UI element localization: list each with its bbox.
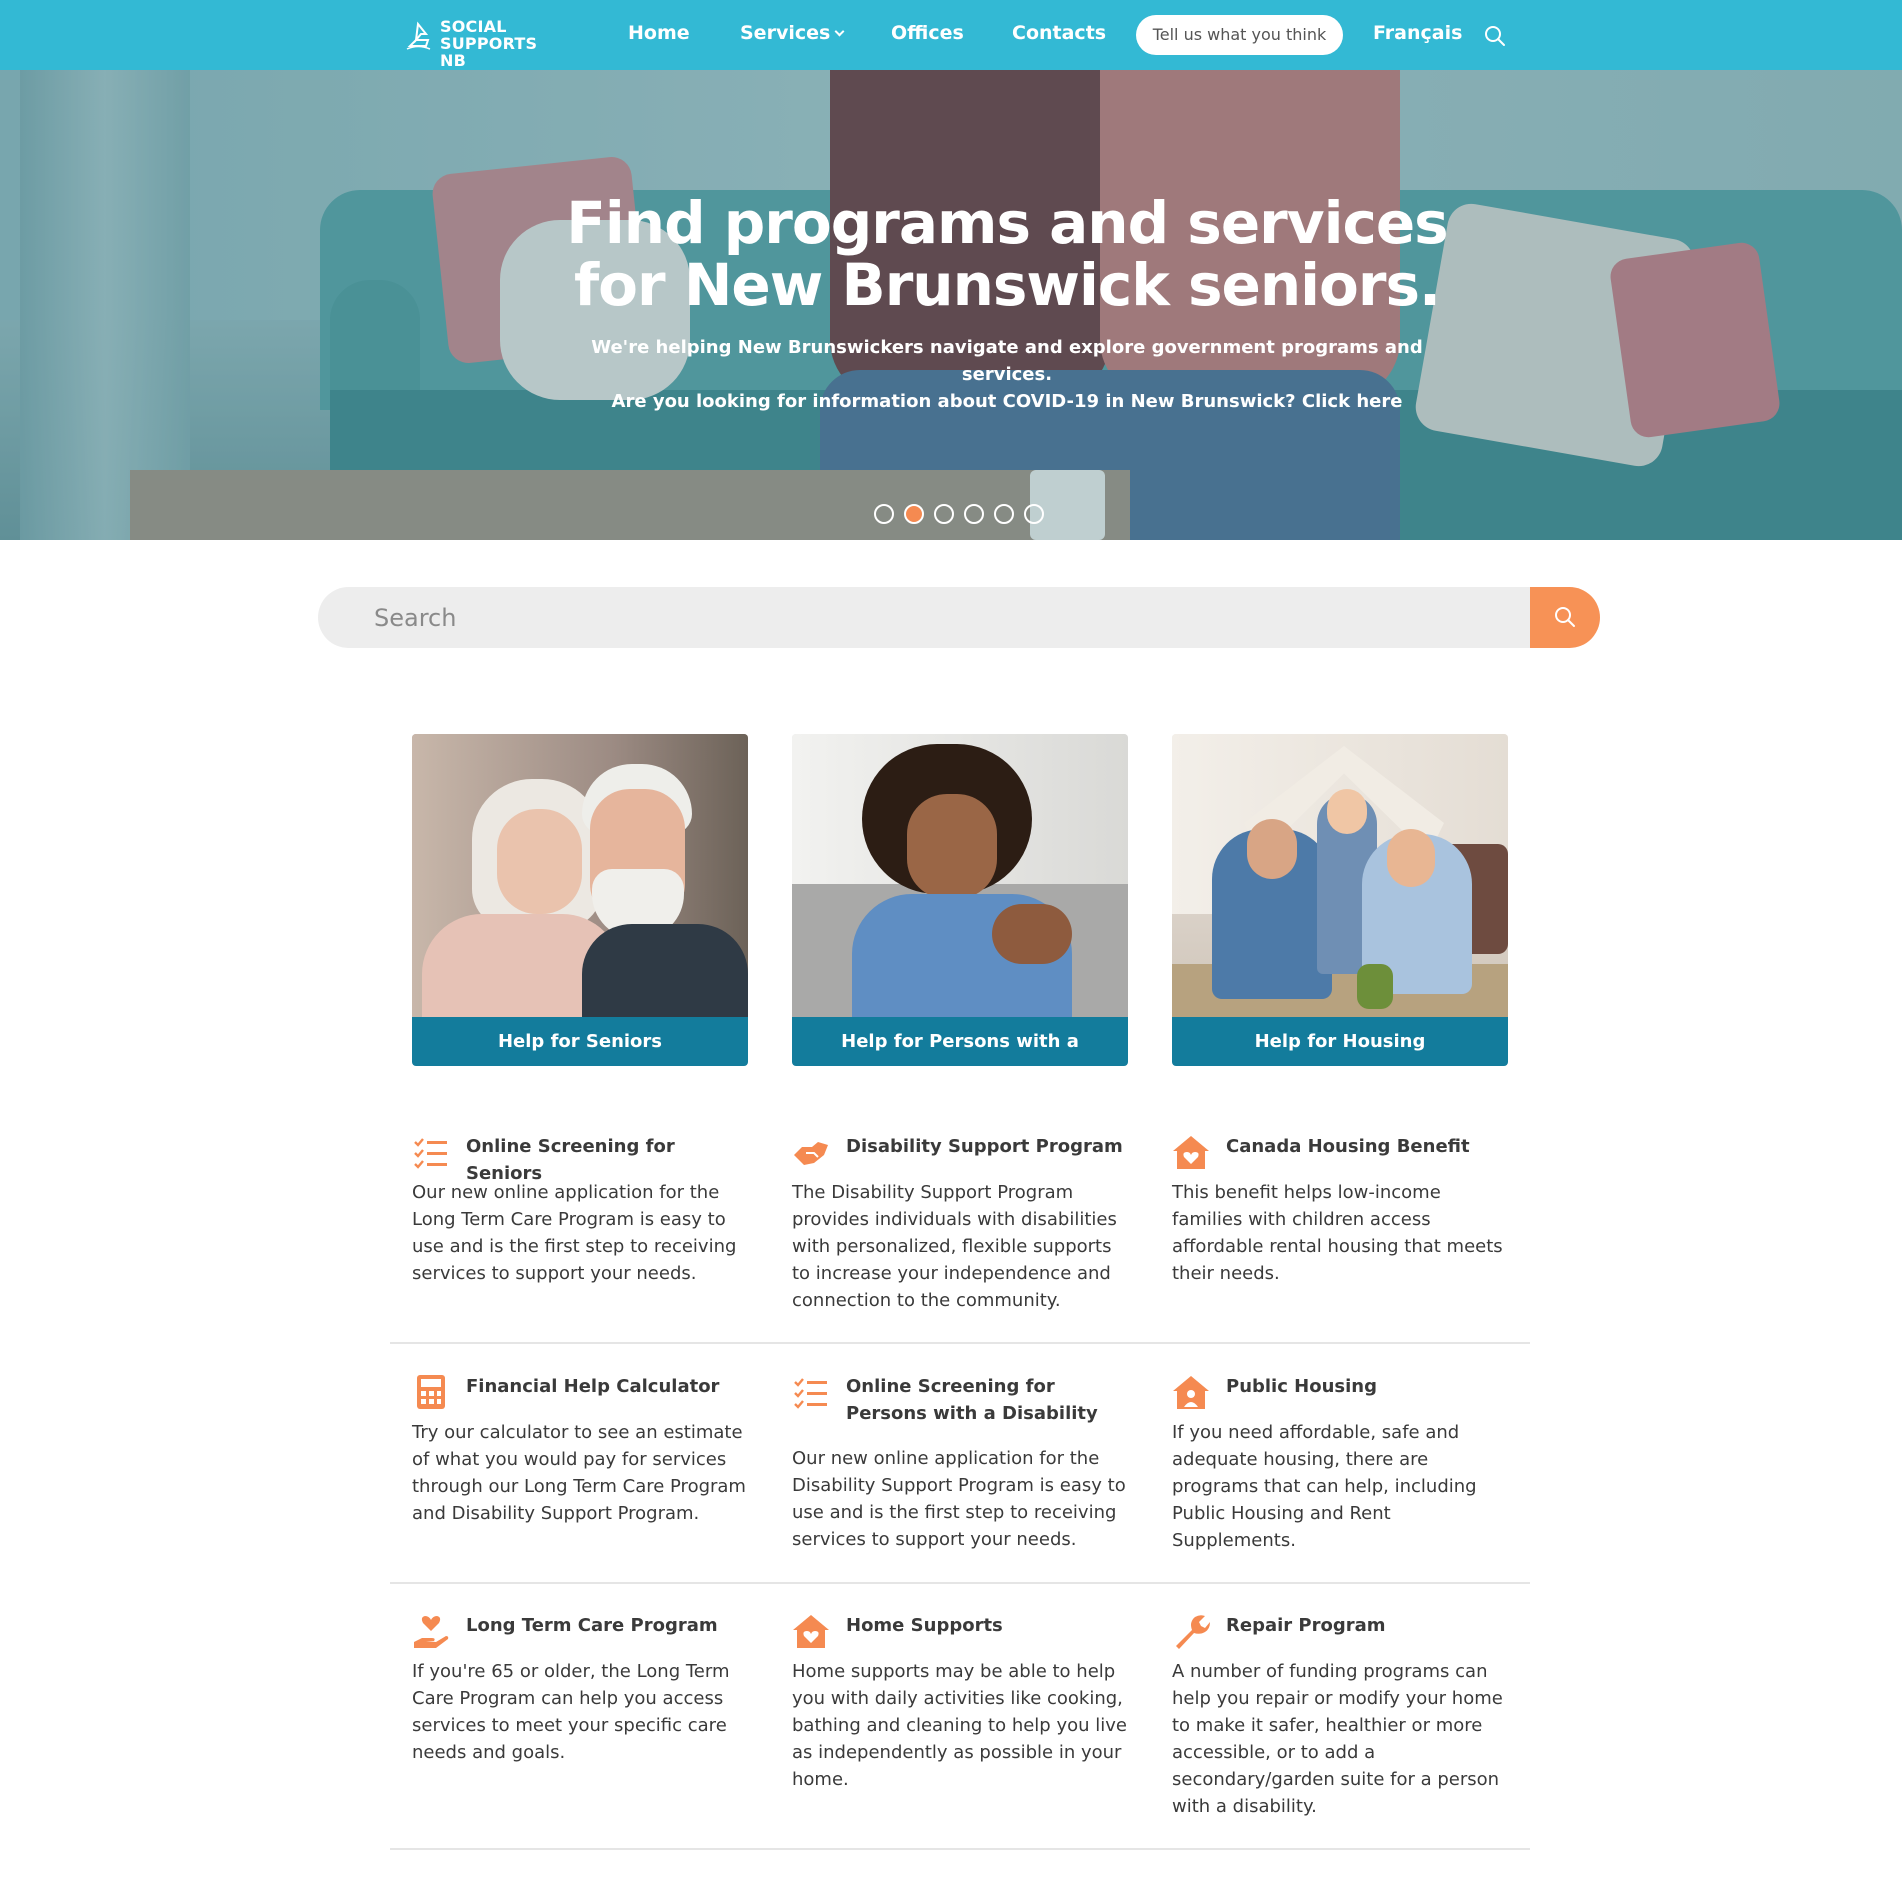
hero-title-line1: Find programs and services	[566, 189, 1448, 257]
search-icon[interactable]	[1484, 25, 1506, 47]
program-description: The Disability Support Program provides …	[792, 1182, 1117, 1311]
plant	[1357, 964, 1393, 1009]
housing-photo	[1172, 734, 1508, 1017]
program-description: This benefit helps low-income families w…	[1172, 1182, 1503, 1284]
card-help-for-persons-with-a-disability[interactable]: Help for Persons with a Disability	[792, 734, 1128, 1066]
logo-icon	[406, 21, 431, 50]
calculator-icon	[417, 1375, 445, 1409]
hero-sub-line1: We're helping New Brunswickers navigate …	[591, 337, 1423, 358]
hero-sub-line2: services.	[961, 364, 1053, 385]
logo-line2: SUPPORTS NB	[440, 34, 538, 70]
carousel-dot-1[interactable]	[874, 504, 894, 524]
nav-services-label: Services	[740, 22, 831, 44]
house-heart-icon	[1173, 1136, 1209, 1169]
program-description: Our new online application for the Disab…	[792, 1448, 1126, 1550]
program-description: Try our calculator to see an estimate of…	[412, 1422, 746, 1524]
carousel-dot-4[interactable]	[964, 504, 984, 524]
father-face	[1247, 819, 1297, 879]
carousel-dot-6[interactable]	[1024, 504, 1044, 524]
program-description: If you need affordable, safe and adequat…	[1172, 1422, 1477, 1551]
wrench-icon	[1176, 1615, 1210, 1649]
girl-face	[907, 794, 997, 899]
program-title[interactable]: Long Term Care Program	[466, 1612, 756, 1639]
program-description: Our new online application for the Long …	[412, 1182, 737, 1284]
covid-click-here-link[interactable]: Click here	[1302, 391, 1403, 412]
card-label: Help for Seniors	[412, 1017, 748, 1066]
card-help-for-seniors[interactable]: Help for Seniors	[412, 734, 748, 1066]
nav-services-dropdown[interactable]: Services	[740, 22, 845, 44]
logo-line1: SOCIAL	[440, 17, 507, 36]
search-submit-button[interactable]	[1530, 587, 1600, 648]
carousel-dots	[874, 504, 1044, 526]
program-title[interactable]: Repair Program	[1226, 1612, 1516, 1639]
program-long-term-care: Long Term Care Program If you're 65 or o…	[412, 1612, 752, 1792]
search-bar	[318, 587, 1600, 648]
program-description: If you're 65 or older, the Long Term Car…	[412, 1661, 730, 1763]
carousel-dot-5[interactable]	[994, 504, 1014, 524]
hero-title: Find programs and services for New Bruns…	[0, 192, 1902, 316]
checklist-icon	[794, 1378, 827, 1409]
nav-home-link[interactable]: Home	[628, 22, 690, 44]
program-description: Home supports may be able to help you wi…	[792, 1661, 1127, 1790]
senior-man-jacket	[582, 924, 748, 1017]
seniors-photo	[412, 734, 748, 1017]
handshake-icon	[794, 1142, 828, 1165]
program-title[interactable]: Financial Help Calculator	[466, 1373, 756, 1400]
nav-contacts-link[interactable]: Contacts	[1012, 22, 1106, 44]
program-home-supports: Home Supports Home supports may be able …	[792, 1612, 1132, 1792]
site-logo[interactable]: SOCIAL SUPPORTS NB	[404, 18, 564, 69]
row-divider	[390, 1342, 1530, 1344]
program-online-screening-disability: Online Screening for Persons with a Disa…	[792, 1373, 1132, 1553]
program-online-screening-seniors: Online Screening for Seniors Our new onl…	[412, 1133, 752, 1293]
program-repair: Repair Program A number of funding progr…	[1172, 1612, 1512, 1817]
child-face	[1327, 789, 1367, 834]
card-label: Help for Housing	[1172, 1017, 1508, 1066]
card-label: Help for Persons with a Disability	[792, 1017, 1128, 1066]
hero-banner: Find programs and services for New Bruns…	[0, 70, 1902, 540]
house-person-icon	[1173, 1376, 1209, 1409]
hero-title-line2: for New Brunswick seniors.	[573, 251, 1441, 319]
disability-photo	[792, 734, 1128, 1017]
program-title[interactable]: Home Supports	[846, 1612, 1136, 1639]
checklist-icon	[414, 1138, 447, 1169]
carousel-dot-2[interactable]	[904, 504, 924, 524]
hero-subtitle: We're helping New Brunswickers navigate …	[0, 334, 1902, 415]
house-heart-icon	[793, 1615, 829, 1648]
program-title[interactable]: Online Screening for Persons with a Disa…	[846, 1373, 1136, 1427]
program-title[interactable]: Public Housing	[1226, 1373, 1516, 1400]
girl-hands	[992, 904, 1072, 964]
covid-question: Are you looking for information about CO…	[611, 391, 1296, 412]
program-title[interactable]: Disability Support Program	[846, 1133, 1136, 1160]
row-divider	[390, 1848, 1530, 1850]
program-title[interactable]: Canada Housing Benefit	[1226, 1133, 1516, 1160]
logo-text: SOCIAL SUPPORTS NB	[440, 18, 564, 69]
card-help-for-housing[interactable]: Help for Housing	[1172, 734, 1508, 1066]
search-input[interactable]	[318, 587, 1530, 648]
nav-offices-link[interactable]: Offices	[891, 22, 964, 44]
program-canada-housing-benefit: Canada Housing Benefit This benefit help…	[1172, 1133, 1512, 1293]
top-navbar: SOCIAL SUPPORTS NB Home Services Offices…	[0, 0, 1902, 70]
program-public-housing: Public Housing If you need affordable, s…	[1172, 1373, 1512, 1553]
program-description: A number of funding programs can help yo…	[1172, 1661, 1503, 1817]
hero-sub-line3: Are you looking for information about CO…	[0, 388, 1902, 415]
program-disability-support: Disability Support Program The Disabilit…	[792, 1133, 1132, 1313]
mother-face	[1387, 829, 1435, 887]
hand-heart-icon	[414, 1616, 449, 1648]
chevron-down-icon	[834, 26, 845, 37]
language-toggle-link[interactable]: Français	[1373, 22, 1462, 44]
search-icon	[1555, 607, 1575, 627]
feedback-button[interactable]: Tell us what you think	[1136, 15, 1343, 55]
carousel-dot-3[interactable]	[934, 504, 954, 524]
program-financial-help-calculator: Financial Help Calculator Try our calcul…	[412, 1373, 752, 1553]
row-divider	[390, 1582, 1530, 1584]
senior-woman-face	[497, 809, 582, 914]
